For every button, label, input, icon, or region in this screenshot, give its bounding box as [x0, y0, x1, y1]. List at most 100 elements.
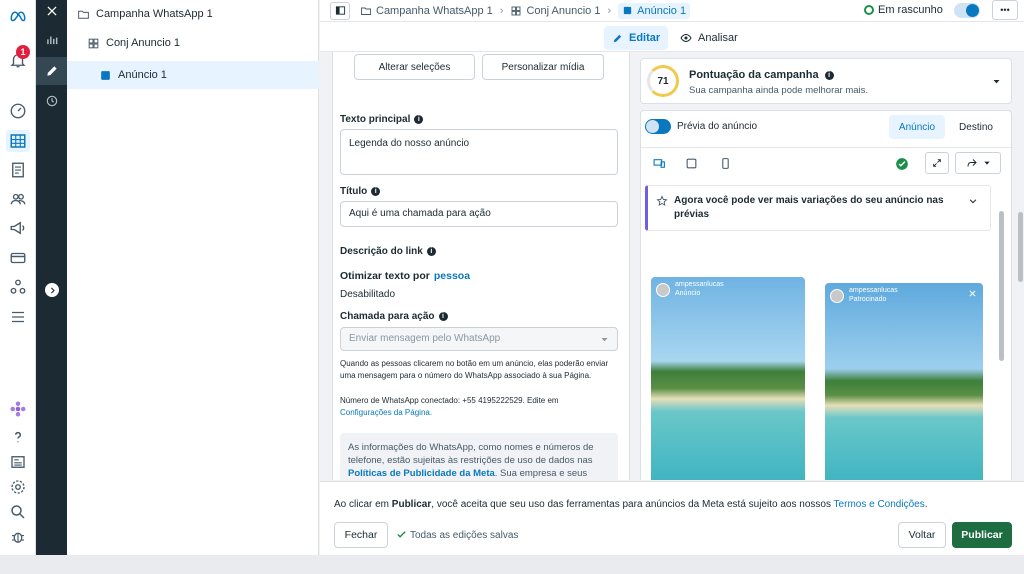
info-icon[interactable]: i: [414, 115, 424, 124]
preview-variations-banner[interactable]: Agora você pode ver mais variações do se…: [645, 185, 991, 231]
notice-text: As informações do WhatsApp, como nomes e…: [348, 442, 594, 466]
breadcrumb-ad-label: Anúncio 1: [637, 4, 687, 17]
breadcrumb-bar: Campanha WhatsApp 1 › Conj Anuncio 1 › A…: [320, 0, 1024, 22]
breadcrumb-campaign-label: Campanha WhatsApp 1: [376, 4, 493, 17]
tree-campaign-label: Campanha WhatsApp 1: [96, 8, 213, 20]
billing-card-icon[interactable]: [6, 247, 30, 269]
tree-item-adset[interactable]: Conj Anuncio 1: [67, 29, 319, 57]
terms-conditions-link[interactable]: Termos e Condições: [834, 499, 925, 510]
folder-icon: [361, 7, 371, 15]
notification-badge: 1: [16, 45, 30, 59]
avatar: [656, 283, 670, 297]
edit-pencil-icon[interactable]: [36, 57, 67, 85]
tab-analyze[interactable]: Analisar: [672, 26, 746, 50]
optimize-text-label: Otimizar texto por pessoa: [340, 270, 470, 282]
ads-manager-table-icon[interactable]: [6, 130, 30, 152]
tree-item-campaign[interactable]: Campanha WhatsApp 1: [67, 0, 319, 28]
score-title-text: Pontuação da campanha: [689, 69, 819, 81]
breadcrumb-adset[interactable]: Conj Anuncio 1: [510, 5, 600, 17]
close-button[interactable]: Fechar: [334, 522, 388, 548]
customize-media-button[interactable]: Personalizar mídia: [482, 54, 604, 80]
tab-ad-preview[interactable]: Anúncio: [889, 115, 945, 139]
help-icon[interactable]: [6, 426, 30, 448]
info-icon[interactable]: i: [426, 247, 436, 256]
all-tools-menu-icon[interactable]: [6, 306, 30, 328]
preview-toggle-label: Prévia do anúncio: [677, 121, 758, 132]
meta-logo-icon[interactable]: [6, 5, 30, 27]
vertical-format-icon[interactable]: [719, 157, 732, 170]
link-description-label: Descrição do link i: [340, 246, 436, 257]
expand-preview-icon[interactable]: [925, 152, 949, 174]
ad-preview-card: Prévia do anúncio Anúncio Destino Agora …: [640, 110, 1013, 480]
page-scrollbar[interactable]: [1018, 212, 1023, 282]
optimize-text-value: Desabilitado: [340, 289, 396, 300]
audiences-icon[interactable]: [6, 188, 30, 210]
left-nav-rail: 1: [0, 0, 36, 555]
change-selections-button[interactable]: Alterar seleções: [354, 54, 475, 80]
tab-edit[interactable]: Editar: [604, 26, 669, 50]
all-placements-icon[interactable]: [653, 157, 666, 170]
chevron-down-icon: [983, 161, 990, 165]
story-username: ampessanlucas: [675, 281, 724, 288]
page-settings-link[interactable]: Configurações da Página.: [340, 408, 432, 417]
check-circle-icon: [896, 158, 908, 170]
back-button[interactable]: Voltar: [898, 522, 946, 548]
info-icon[interactable]: i: [371, 187, 381, 196]
campaign-tree-panel: Campanha WhatsApp 1 Conj Anuncio 1 Anúnc…: [67, 0, 319, 555]
info-icon[interactable]: i: [438, 312, 448, 321]
optimize-person-link[interactable]: pessoa: [434, 270, 470, 282]
primary-text-field[interactable]: Legenda do nosso anúncio: [340, 129, 618, 175]
close-icon[interactable]: [40, 0, 63, 22]
draft-status-label: Em rascunho: [878, 4, 943, 16]
ad-policies-link[interactable]: Políticas de Publicidade da Meta: [348, 468, 495, 479]
breadcrumb-separator: ›: [499, 4, 504, 17]
story-preview-2[interactable]: ampessanlucas Patrocinado: [825, 283, 983, 480]
history-clock-icon[interactable]: [40, 90, 63, 112]
meta-ai-flower-icon[interactable]: [6, 398, 30, 420]
story-preview-1[interactable]: ampessanlucas Anúncio: [651, 277, 805, 480]
info-icon[interactable]: i: [824, 70, 834, 80]
cta-select[interactable]: Enviar mensagem pelo WhatsApp: [340, 327, 618, 351]
dashboard-icon[interactable]: [6, 100, 30, 122]
title-field[interactable]: Aqui é uma chamada para ação: [340, 201, 618, 227]
adset-grid-icon: [512, 6, 521, 15]
pages-icon[interactable]: [6, 159, 30, 181]
more-options-button[interactable]: •••: [992, 0, 1018, 20]
expand-panel-icon[interactable]: [45, 283, 59, 297]
ad-square-icon: [101, 70, 110, 80]
publish-button[interactable]: Publicar: [952, 522, 1012, 548]
megaphone-icon[interactable]: [6, 217, 30, 239]
ad-editor-form: Alterar seleções Personalizar mídia Text…: [320, 52, 632, 480]
score-subtitle: Sua campanha ainda pode melhorar mais.: [689, 85, 869, 96]
banner-text: Agora você pode ver mais variações do se…: [674, 195, 944, 220]
mode-tabs: Editar Analisar: [320, 22, 1024, 52]
share-preview-button[interactable]: [955, 152, 1001, 174]
whatsapp-number-value: Número de WhatsApp conectado: +55 419522…: [340, 396, 559, 405]
tab-destination[interactable]: Destino: [951, 115, 1001, 139]
optimize-text-label-text: Otimizar texto por: [340, 270, 430, 282]
preview-scrollbar[interactable]: [999, 211, 1004, 361]
tree-item-ad[interactable]: Anúncio 1: [67, 61, 319, 89]
events-manager-icon[interactable]: [6, 276, 30, 298]
breadcrumb-ad[interactable]: Anúncio 1: [618, 2, 691, 19]
score-title: Pontuação da campanha i: [689, 69, 834, 81]
bug-report-icon[interactable]: [6, 526, 30, 548]
chevron-down-icon: [601, 338, 608, 342]
preview-toggle[interactable]: [645, 119, 671, 134]
campaign-score-card[interactable]: 71 Pontuação da campanha i Sua campanha a…: [640, 58, 1012, 104]
editor-mode-strip: [36, 0, 67, 555]
news-icon[interactable]: [6, 451, 30, 473]
settings-gear-icon[interactable]: [6, 476, 30, 498]
chevron-down-icon[interactable]: [992, 77, 1001, 86]
eye-icon: [680, 33, 692, 43]
cta-label-text: Chamada para ação: [340, 311, 435, 322]
search-icon[interactable]: [6, 501, 30, 523]
square-format-icon[interactable]: [685, 157, 698, 170]
overview-chart-icon[interactable]: [40, 29, 63, 51]
check-icon: [397, 531, 406, 538]
campaign-toggle[interactable]: [954, 3, 980, 18]
primary-text-label: Texto principal i: [340, 114, 424, 125]
toggle-sidebar-icon[interactable]: [330, 1, 350, 20]
breadcrumb-campaign[interactable]: Campanha WhatsApp 1: [360, 5, 493, 17]
tree-ad-label: Anúncio 1: [118, 69, 167, 81]
